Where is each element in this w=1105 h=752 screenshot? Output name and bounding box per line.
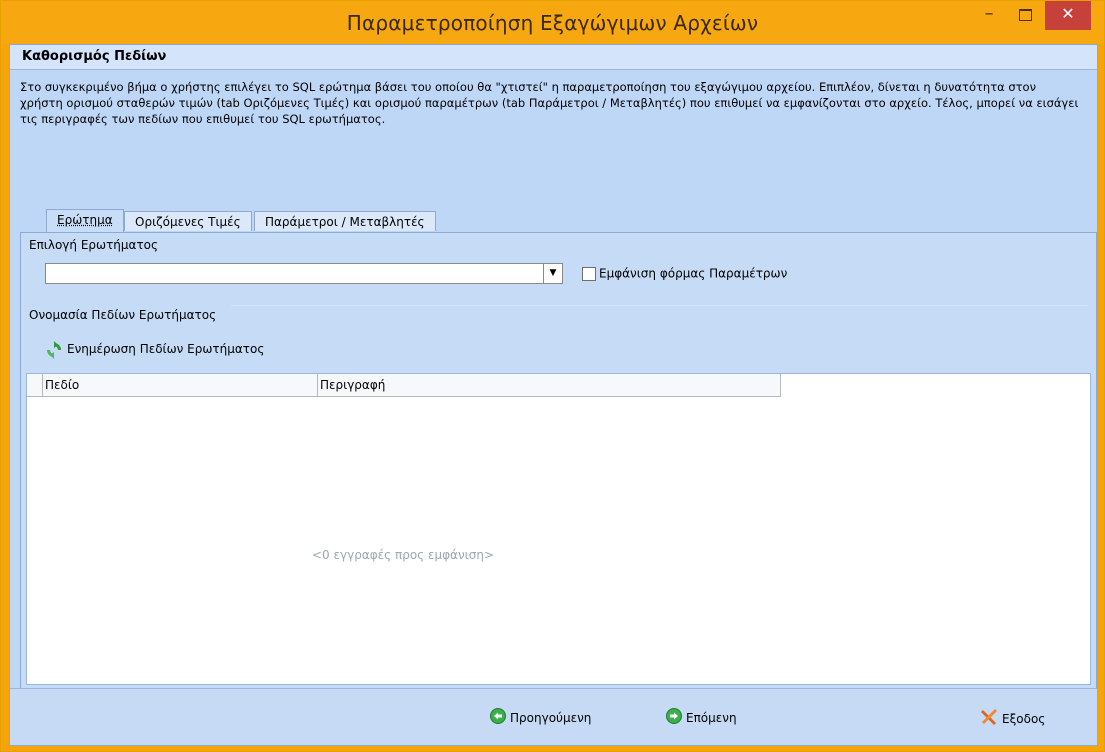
maximize-icon (1018, 9, 1032, 21)
tab-control: Ερώτημα Οριζόμενες Τιμές Παράμετροι / Με… (20, 209, 1097, 691)
minimize-button[interactable]: – (971, 1, 1007, 30)
row-indicator-header (27, 374, 43, 396)
exit-x-icon (980, 708, 998, 731)
tab-parameters[interactable]: Παράμετροι / Μεταβλητές (254, 211, 436, 231)
arrow-right-circle-icon (666, 708, 682, 729)
group-divider (231, 305, 1088, 306)
exit-button[interactable]: Εξοδος (980, 708, 1045, 726)
select-query-label: Επιλογή Ερωτήματος (29, 238, 159, 252)
show-params-checkbox-wrap[interactable]: Εμφάνιση φόρμας Παραμέτρων (582, 266, 787, 281)
column-header-field[interactable]: Πεδίο (43, 374, 318, 396)
fields-group-label: Ονομασία Πεδίων Ερωτήματος (29, 308, 217, 322)
title-bar[interactable]: Παραμετροποίηση Εξαγώγιμων Αρχείων – ✕ (1, 1, 1104, 44)
exit-label: Εξοδος (1002, 712, 1046, 726)
maximize-button[interactable] (1007, 1, 1043, 30)
next-button[interactable]: Επόμενη (666, 708, 737, 726)
column-header-description[interactable]: Περιγραφή (318, 374, 781, 396)
window-title: Παραμετροποίηση Εξαγώγιμων Αρχείων (346, 11, 759, 35)
arrow-left-circle-icon (490, 708, 506, 729)
refresh-fields-button[interactable]: Ενημέρωση Πεδίων Ερωτήματος (45, 340, 265, 359)
tab-body-query: Επιλογή Ερωτήματος ▼ Εμφάνιση φόρμας Παρ… (20, 232, 1097, 690)
query-select[interactable]: ▼ (45, 263, 563, 284)
footer-bar: Προηγούμενη Επόμενη Εξοδος (10, 688, 1097, 745)
previous-label: Προηγούμενη (510, 711, 592, 725)
main-window: Παραμετροποίηση Εξαγώγιμων Αρχείων – ✕ Κ… (0, 0, 1105, 752)
grid-empty-text: <0 εγγραφές προς εμφάνιση> (312, 548, 494, 562)
grid-header: Πεδίο Περιγραφή (27, 374, 781, 397)
show-params-label: Εμφάνιση φόρμας Παραμέτρων (599, 266, 788, 281)
section-header: Καθορισμός Πεδίων (10, 45, 1097, 70)
previous-button[interactable]: Προηγούμενη (490, 708, 591, 726)
refresh-icon (47, 340, 61, 359)
client-area: Καθορισμός Πεδίων Στο συγκεκριμένο βήμα … (9, 44, 1098, 746)
section-description: Στο συγκεκριμένο βήμα ο χρήστης επιλέγει… (20, 80, 1079, 126)
refresh-fields-label: Ενημέρωση Πεδίων Ερωτήματος (67, 342, 265, 356)
tab-defined-values[interactable]: Οριζόμενες Τιμές (124, 211, 252, 231)
tab-query[interactable]: Ερώτημα (46, 209, 124, 233)
dropdown-arrow-icon[interactable]: ▼ (543, 264, 562, 283)
section-title: Καθορισμός Πεδίων (22, 49, 167, 64)
show-params-checkbox[interactable] (582, 266, 596, 281)
next-label: Επόμενη (686, 711, 737, 725)
close-button[interactable]: ✕ (1045, 1, 1091, 30)
fields-grid[interactable]: Πεδίο Περιγραφή <0 εγγραφές προς εμφάνισ… (26, 373, 1091, 685)
